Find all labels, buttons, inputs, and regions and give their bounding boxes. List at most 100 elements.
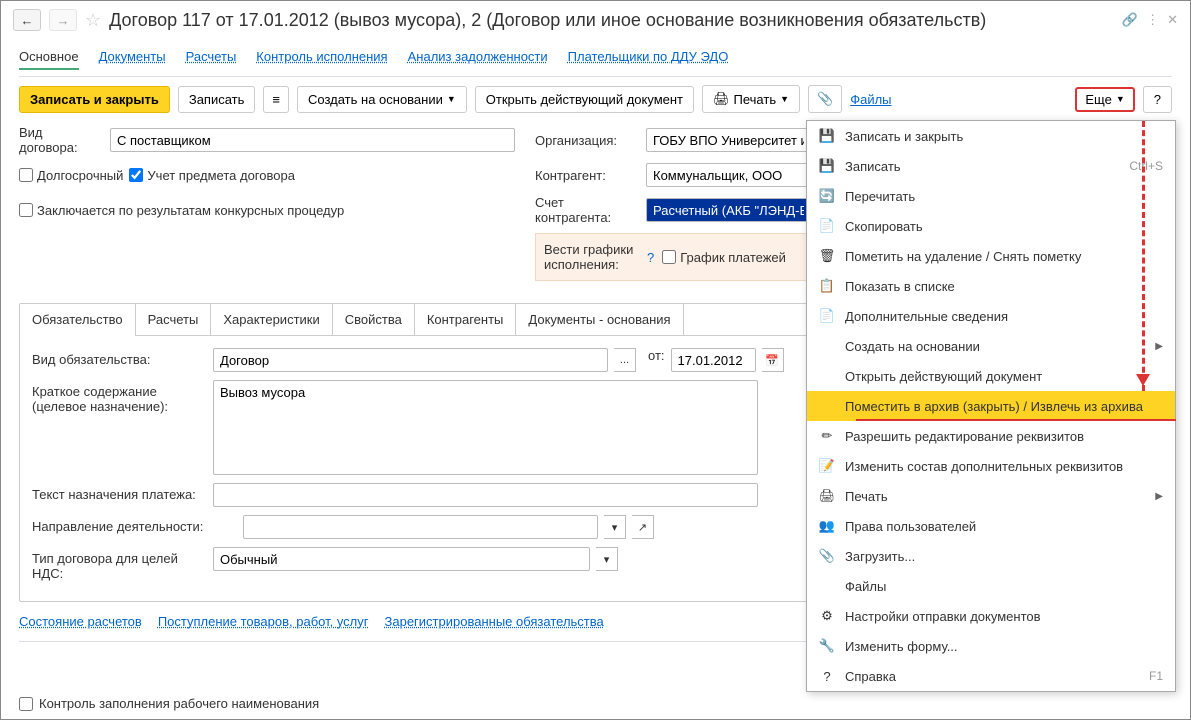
tab-control[interactable]: Контроль исполнения (256, 45, 387, 70)
menu-text: Права пользователей (845, 519, 1163, 534)
footer: Контроль заполнения рабочего наименовани… (19, 696, 319, 711)
menu-icon: 📎 (819, 548, 835, 564)
menu-item[interactable]: 🔄 Перечитать (807, 181, 1175, 211)
tab-properties[interactable]: Свойства (333, 304, 415, 336)
open-doc-button[interactable]: Открыть действующий документ (475, 86, 694, 113)
long-term-checkbox[interactable] (19, 168, 33, 182)
counterparty-input[interactable] (646, 163, 811, 187)
menu-icon (819, 338, 835, 354)
tab-counterparties[interactable]: Контрагенты (415, 304, 517, 336)
save-button[interactable]: Записать (178, 86, 256, 113)
tab-calc[interactable]: Расчеты (136, 304, 212, 336)
menu-item[interactable]: Поместить в архив (закрыть) / Извлечь из… (807, 391, 1175, 421)
lookup-button[interactable]: ... (614, 348, 636, 372)
menu-item[interactable]: ?СправкаF1 (807, 661, 1175, 691)
menu-item[interactable]: ✏Разрешить редактирование реквизитов (807, 421, 1175, 451)
menu-item[interactable]: ⚙ Настройки отправки документов (807, 601, 1175, 631)
menu-item[interactable]: 📎Загрузить... (807, 541, 1175, 571)
menu-icon: ⚙ (819, 608, 835, 624)
menu-item[interactable]: 🔧Изменить форму... (807, 631, 1175, 661)
link-registered[interactable]: Зарегистрированные обязательства (385, 614, 604, 629)
help-icon[interactable]: ? (647, 250, 654, 265)
subject-checkbox[interactable] (129, 168, 143, 182)
menu-item[interactable]: 💾Записать и закрыть (807, 121, 1175, 151)
tab-basis-docs[interactable]: Документы - основания (516, 304, 683, 336)
vat-type-input[interactable] (213, 547, 590, 571)
menu-item[interactable]: 📄Дополнительные сведения (807, 301, 1175, 331)
menu-text: Справка (845, 669, 1139, 684)
close-icon[interactable]: ✕ (1167, 12, 1178, 28)
link-icon[interactable]: 🔗 (1122, 12, 1138, 28)
annotation-underline (856, 419, 1176, 421)
favorite-icon[interactable]: ☆ (85, 10, 101, 31)
annotation-arrow (1142, 121, 1145, 391)
tab-obligation[interactable]: Обязательство (20, 304, 136, 336)
payment-schedule-checkbox[interactable] (662, 250, 676, 264)
menu-item[interactable]: 📄Скопировать (807, 211, 1175, 241)
files-link[interactable]: Файлы (850, 92, 891, 107)
menu-item[interactable]: 👥Права пользователей (807, 511, 1175, 541)
menu-item[interactable]: Файлы (807, 571, 1175, 601)
org-input[interactable] (646, 128, 811, 152)
list-icon-button[interactable]: ≡ (263, 86, 289, 113)
menu-text: Дополнительные сведения (845, 309, 1163, 324)
menu-item[interactable]: 📝Изменить состав дополнительных реквизит… (807, 451, 1175, 481)
contract-type-label: Вид договора: (19, 125, 104, 155)
direction-dropdown[interactable]: ▾ (604, 515, 626, 539)
summary-textarea[interactable] (213, 380, 758, 475)
tab-payments[interactable]: Расчеты (186, 45, 237, 70)
link-status[interactable]: Состояние расчетов (19, 614, 142, 629)
direction-open[interactable]: ↗ (632, 515, 654, 539)
obligation-type-input[interactable] (213, 348, 608, 372)
menu-text: Файлы (845, 579, 1163, 594)
date-label: от: (648, 348, 665, 363)
chevron-right-icon: ▶ (1155, 491, 1163, 502)
attach-button[interactable]: 📎 (808, 85, 842, 113)
menu-icon: ? (819, 668, 835, 684)
more-button[interactable]: Еще ▼ (1075, 87, 1134, 112)
back-button[interactable]: ← (13, 9, 41, 31)
menu-item[interactable]: Создать на основании▶ (807, 331, 1175, 361)
vat-type-label: Тип договора для целей НДС: (32, 547, 207, 581)
menu-icon (819, 368, 835, 384)
menu-text: Перечитать (845, 189, 1163, 204)
menu-text: Открыть действующий документ (845, 369, 1163, 384)
summary-label: Краткое содержание (целевое назначение): (32, 380, 207, 414)
vat-dropdown[interactable]: ▾ (596, 547, 618, 571)
kebab-icon[interactable]: ⋮ (1146, 12, 1159, 28)
competitive-checkbox[interactable] (19, 203, 33, 217)
direction-input[interactable] (243, 515, 598, 539)
menu-icon: 🔄 (819, 188, 835, 204)
account-input[interactable] (646, 198, 811, 222)
chevron-right-icon: ▶ (1155, 341, 1163, 352)
forward-button[interactable]: → (49, 9, 77, 31)
menu-text: Скопировать (845, 219, 1163, 234)
calendar-button[interactable]: 📅 (762, 348, 784, 372)
tab-documents[interactable]: Документы (99, 45, 166, 70)
menu-item[interactable]: 🗑Пометить на удаление / Снять пометку (807, 241, 1175, 271)
payment-text-input[interactable] (213, 483, 758, 507)
contract-type-input[interactable] (110, 128, 515, 152)
help-button[interactable]: ? (1143, 86, 1172, 113)
create-based-button[interactable]: Создать на основании ▼ (297, 86, 467, 113)
menu-icon: 🔧 (819, 638, 835, 654)
menu-icon (819, 578, 835, 594)
tab-main[interactable]: Основное (19, 45, 79, 70)
tab-characteristics[interactable]: Характеристики (211, 304, 332, 336)
obligation-type-label: Вид обязательства: (32, 348, 207, 367)
menu-item[interactable]: 🖨Печать▶ (807, 481, 1175, 511)
menu-item[interactable]: Открыть действующий документ (807, 361, 1175, 391)
date-input[interactable] (671, 348, 756, 372)
menu-item[interactable]: 📋Показать в списке (807, 271, 1175, 301)
tab-debt[interactable]: Анализ задолженности (408, 45, 548, 70)
tab-payers[interactable]: Плательщики по ДДУ ЭДО (568, 45, 729, 70)
link-receipt[interactable]: Поступление товаров, работ, услуг (158, 614, 369, 629)
print-button[interactable]: 🖨 Печать ▼ (702, 85, 800, 113)
toolbar: Записать и закрыть Записать ≡ Создать на… (1, 77, 1190, 121)
save-close-button[interactable]: Записать и закрыть (19, 86, 170, 113)
menu-icon: ✏ (819, 428, 835, 444)
control-checkbox[interactable] (19, 697, 33, 711)
menu-item[interactable]: 💾ЗаписатьCtrl+S (807, 151, 1175, 181)
more-menu: 💾Записать и закрыть💾ЗаписатьCtrl+S 🔄 Переч… (806, 120, 1176, 692)
menu-text: Настройки отправки документов (845, 609, 1163, 624)
